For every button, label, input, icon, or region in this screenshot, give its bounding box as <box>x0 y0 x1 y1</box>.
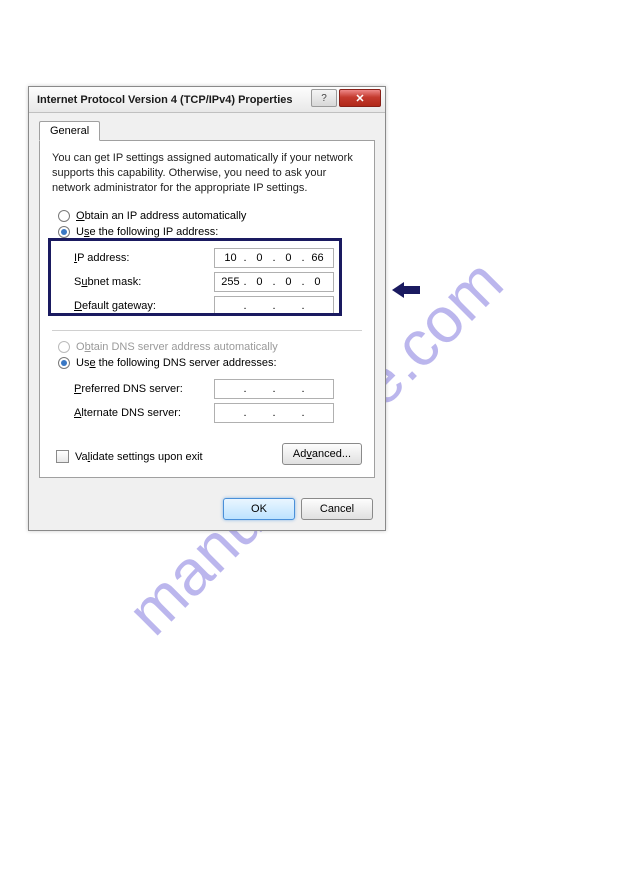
radio-icon <box>58 341 70 353</box>
ip-address-section: IP address: 10. 0. 0. 66 Subnet mask: 25… <box>52 240 362 322</box>
alternate-dns-row: Alternate DNS server: . . . <box>74 401 362 425</box>
default-gateway-input[interactable]: . . . <box>214 296 334 316</box>
arrow-annotation-icon <box>392 280 420 300</box>
preferred-dns-input[interactable]: . . . <box>214 379 334 399</box>
tab-general[interactable]: General <box>39 121 100 141</box>
tabstrip: General <box>39 121 375 141</box>
subnet-mask-row: Subnet mask: 255. 0. 0. 0 <box>74 270 362 294</box>
ok-button[interactable]: OK <box>223 498 295 520</box>
cancel-button[interactable]: Cancel <box>301 498 373 520</box>
titlebar-buttons: ? ✕ <box>311 89 381 107</box>
divider <box>52 330 362 331</box>
radio-manual-dns-label: Use the following DNS server addresses: <box>76 357 277 369</box>
advanced-button[interactable]: Advanced... <box>282 443 362 465</box>
radio-icon <box>58 357 70 369</box>
default-gateway-label: Default gateway: <box>74 300 214 312</box>
radio-auto-ip-label: Obtain an IP address automatically <box>76 210 246 222</box>
preferred-dns-label: Preferred DNS server: <box>74 383 214 395</box>
preferred-dns-row: Preferred DNS server: . . . <box>74 377 362 401</box>
help-button[interactable]: ? <box>311 89 337 107</box>
radio-dot-icon <box>61 360 67 366</box>
radio-icon <box>58 210 70 222</box>
alternate-dns-input[interactable]: . . . <box>214 403 334 423</box>
radio-manual-ip-label: Use the following IP address: <box>76 226 218 238</box>
radio-auto-dns: Obtain DNS server address automatically <box>52 339 362 355</box>
radio-auto-ip[interactable]: Obtain an IP address automatically <box>52 208 362 224</box>
subnet-mask-input[interactable]: 255. 0. 0. 0 <box>214 272 334 292</box>
dns-fields-group: Preferred DNS server: . . . Alternate DN… <box>52 371 362 429</box>
validate-checkbox-row[interactable]: Validate settings upon exit <box>52 444 203 463</box>
radio-manual-ip[interactable]: Use the following IP address: <box>52 224 362 240</box>
close-icon: ✕ <box>355 92 364 105</box>
ip-fields-group: IP address: 10. 0. 0. 66 Subnet mask: 25… <box>52 240 362 322</box>
dialog-footer: OK Cancel <box>29 488 385 530</box>
ip-address-input[interactable]: 10. 0. 0. 66 <box>214 248 334 268</box>
dialog-title: Internet Protocol Version 4 (TCP/IPv4) P… <box>37 94 293 106</box>
intro-text: You can get IP settings assigned automat… <box>52 151 362 196</box>
radio-icon <box>58 226 70 238</box>
dialog-body: General You can get IP settings assigned… <box>29 113 385 488</box>
radio-manual-dns[interactable]: Use the following DNS server addresses: <box>52 355 362 371</box>
tabpanel-general: You can get IP settings assigned automat… <box>39 140 375 478</box>
close-button[interactable]: ✕ <box>339 89 381 107</box>
bottom-options-row: Validate settings upon exit Advanced... <box>52 443 362 465</box>
radio-auto-dns-label: Obtain DNS server address automatically <box>76 341 278 353</box>
default-gateway-row: Default gateway: . . . <box>74 294 362 318</box>
help-icon: ? <box>321 93 327 104</box>
ip-address-label: IP address: <box>74 252 214 264</box>
validate-label: Validate settings upon exit <box>75 451 203 463</box>
radio-dot-icon <box>61 229 67 235</box>
alternate-dns-label: Alternate DNS server: <box>74 407 214 419</box>
ip-address-row: IP address: 10. 0. 0. 66 <box>74 246 362 270</box>
ipv4-properties-dialog: Internet Protocol Version 4 (TCP/IPv4) P… <box>28 86 386 531</box>
titlebar: Internet Protocol Version 4 (TCP/IPv4) P… <box>29 87 385 113</box>
subnet-mask-label: Subnet mask: <box>74 276 214 288</box>
checkbox-icon <box>56 450 69 463</box>
